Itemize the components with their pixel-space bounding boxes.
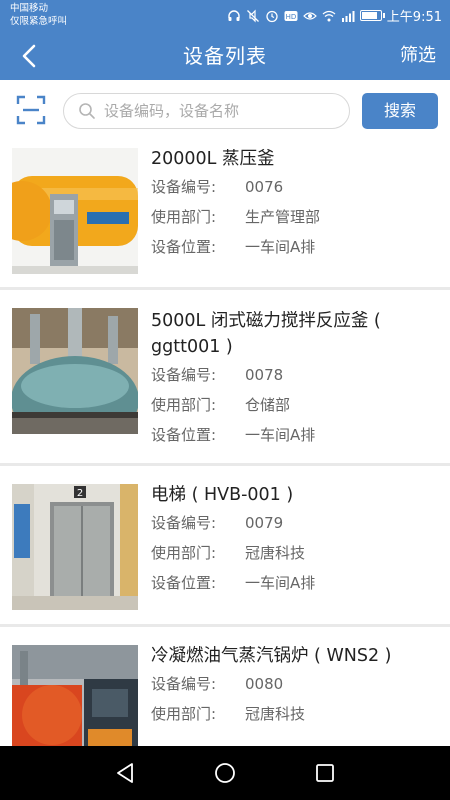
- filter-button[interactable]: 筛选: [400, 32, 436, 80]
- device-dept: 冠唐科技: [245, 544, 306, 562]
- item-info: 冷凝燃油气蒸汽锅炉 ( WNS2 ) 设备编号: 0080 使用部门: 冠唐科技: [151, 643, 442, 729]
- dept-label: 使用部门:: [151, 544, 217, 562]
- device-name: 5000L 闭式磁力搅拌反应釜 ( ggtt001 ): [151, 311, 381, 357]
- circle-home-icon[interactable]: [213, 761, 237, 785]
- device-location: 一车间A排: [245, 574, 316, 592]
- search-field[interactable]: [63, 93, 350, 129]
- device-dept-row: 使用部门: 生产管理部: [151, 202, 442, 232]
- device-code: 0079: [245, 514, 284, 532]
- device-list: 20000L 蒸压釜 设备编号: 0076 使用部门: 生产管理部 设备位置: 一车间…: [0, 142, 450, 771]
- device-location: 一车间A排: [245, 426, 316, 444]
- carrier-status: 仅限紧急呼叫: [10, 16, 68, 27]
- item-info: 20000L 蒸压釜 设备编号: 0076 使用部门: 生产管理部 设备位置: 一车间…: [151, 146, 442, 262]
- location-label: 设备位置:: [151, 426, 217, 444]
- autoclave-image: [12, 148, 138, 274]
- device-location-row: 设备位置: 一车间A排: [151, 232, 442, 262]
- list-item[interactable]: 20000L 蒸压釜 设备编号: 0076 使用部门: 生产管理部 设备位置: 一车间…: [0, 142, 450, 290]
- code-label: 设备编号:: [151, 178, 217, 196]
- location-label: 设备位置:: [151, 574, 217, 592]
- location-label: 设备位置:: [151, 238, 217, 256]
- device-dept-row: 使用部门: 冠唐科技: [151, 538, 442, 568]
- signal-icon: [341, 10, 355, 22]
- dept-label: 使用部门:: [151, 705, 217, 723]
- item-info: 电梯 ( HVB-001 ) 设备编号: 0079 使用部门: 冠唐科技 设备位置:…: [151, 482, 442, 598]
- device-code-row: 设备编号: 0079: [151, 508, 442, 538]
- eye-icon: [302, 11, 317, 20]
- device-location-row: 设备位置: 一车间A排: [151, 568, 442, 598]
- clock-time: 上午9:51: [386, 10, 442, 25]
- page-title: 设备列表: [183, 44, 267, 68]
- headset-icon: [228, 9, 240, 21]
- device-code-row: 设备编号: 0076: [151, 172, 442, 202]
- dept-label: 使用部门:: [151, 396, 217, 414]
- device-dept-row: 使用部门: 仓储部: [151, 390, 442, 420]
- status-bar: 中国移动 仅限紧急呼叫 HD 上午9:51: [0, 0, 450, 32]
- device-dept: 仓储部: [245, 396, 291, 414]
- device-code-row: 设备编号: 0078: [151, 360, 442, 390]
- device-code-row: 设备编号: 0080: [151, 669, 442, 699]
- wifi-icon: [322, 10, 336, 21]
- device-location-row: 设备位置: 一车间A排: [151, 420, 442, 450]
- list-item[interactable]: 5000L 闭式磁力搅拌反应釜 ( ggtt001 ) 设备编号: 0078 使用…: [0, 290, 450, 466]
- status-icons: HD 上午9:51: [227, 6, 442, 25]
- carrier-info: 中国移动 仅限紧急呼叫: [10, 2, 67, 28]
- elevator-image: 2: [12, 484, 138, 610]
- device-name: 20000L 蒸压釜: [151, 149, 275, 169]
- carrier-name: 中国移动: [10, 3, 49, 14]
- triangle-back-icon[interactable]: [113, 761, 137, 785]
- device-code: 0076: [245, 178, 284, 196]
- mute-icon: [246, 9, 259, 22]
- code-label: 设备编号:: [151, 675, 217, 693]
- floor-number: 2: [77, 488, 83, 499]
- device-dept: 生产管理部: [245, 208, 321, 226]
- square-recents-icon[interactable]: [313, 761, 337, 785]
- device-code: 0078: [245, 366, 284, 384]
- device-code: 0080: [245, 675, 284, 693]
- search-icon: [79, 103, 95, 119]
- device-dept-row: 使用部门: 冠唐科技: [151, 699, 442, 729]
- battery-icon: [359, 10, 385, 21]
- device-name: 冷凝燃油气蒸汽锅炉 ( WNS2 ): [151, 646, 392, 666]
- nav-bar: 设备列表 筛选: [0, 32, 450, 80]
- device-dept: 冠唐科技: [245, 705, 306, 723]
- reactor-image: [12, 308, 138, 434]
- svg-text:HD: HD: [285, 13, 296, 21]
- alarm-icon: [266, 10, 278, 22]
- item-info: 5000L 闭式磁力搅拌反应釜 ( ggtt001 ) 设备编号: 0078 使用…: [151, 308, 442, 450]
- dept-label: 使用部门:: [151, 208, 217, 226]
- search-bar: 搜索: [0, 80, 450, 142]
- hd-icon: HD: [284, 10, 298, 21]
- code-label: 设备编号:: [151, 366, 217, 384]
- list-item[interactable]: 2 电梯 ( HVB-001 ) 设备编号: 0079 使用部门: 冠唐科技 设备位…: [0, 466, 450, 627]
- search-input[interactable]: [104, 94, 344, 128]
- system-nav-bar: [0, 746, 450, 800]
- search-button[interactable]: 搜索: [362, 93, 438, 129]
- device-name: 电梯 ( HVB-001 ): [151, 485, 294, 505]
- code-label: 设备编号:: [151, 514, 217, 532]
- scan-icon[interactable]: [16, 95, 46, 125]
- device-location: 一车间A排: [245, 238, 316, 256]
